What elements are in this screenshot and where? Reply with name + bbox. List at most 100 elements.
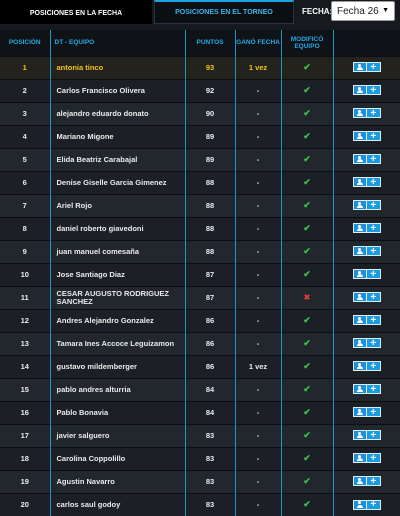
add-team-button[interactable]: + [366,177,381,188]
plus-icon: + [370,337,377,349]
add-team-button[interactable]: + [366,499,381,510]
row-points: 86 [184,331,236,355]
add-team-button[interactable]: + [366,314,381,326]
add-team-button[interactable]: + [366,223,381,234]
add-team-button[interactable]: + [366,384,381,395]
view-team-button[interactable] [352,453,367,464]
add-team-button[interactable]: + [366,292,381,303]
view-team-button[interactable] [352,85,367,96]
row-team-name[interactable]: Elida Beatriz Carabajal [50,147,185,171]
add-team-button[interactable]: + [366,430,381,441]
add-team-button[interactable]: + [366,131,381,142]
row-modified-status: ✔ [281,193,334,217]
view-team-button[interactable] [352,62,367,73]
row-team-name[interactable]: antonia tinco [50,55,185,79]
table-row: 1 antonia tinco 93 1 vez ✔ + [0,55,400,79]
add-team-button[interactable]: + [366,407,381,418]
row-position: 14 [0,354,51,378]
view-team-button[interactable] [352,108,367,119]
row-team-name[interactable]: Andres Alejandro Gonzalez [50,308,185,332]
check-icon: ✔ [303,453,311,463]
tab-posiciones-torneo[interactable]: Posiciones en el torneo [154,0,294,24]
row-team-name[interactable]: juan manuel comesaña [50,239,185,263]
view-team-button[interactable] [352,154,367,165]
row-modified-status: ✔ [281,423,334,447]
row-team-name[interactable]: javier salguero [50,423,185,447]
row-team-name[interactable]: Denise Giselle Garcia Gimenez [50,170,185,194]
fecha-select-value: Fecha 26 [337,5,379,17]
add-team-button[interactable]: + [366,246,381,257]
table-row: 10 Jose Santiago Diaz 87- ✔ + [0,262,400,286]
user-icon [356,86,363,94]
row-points: 83 [184,446,236,470]
row-position: 8 [0,216,51,240]
row-actions: + [333,78,400,102]
view-team-button[interactable] [352,246,367,257]
table-row: 16 Pablo Bonavia 84- ✔ + [0,400,400,424]
tab-posiciones-fecha[interactable]: Posiciones en la fecha [0,0,152,24]
row-position: 16 [0,400,51,424]
row-team-name[interactable]: gustavo mildemberger [50,354,185,378]
row-won-fecha: - [235,101,282,125]
view-team-button[interactable] [352,315,367,326]
table-header-row: Posición DT - Equipo Puntos Ganó fecha M… [0,30,400,56]
add-team-button[interactable]: + [366,62,381,73]
row-team-name[interactable]: Jose Santiago Diaz [50,262,185,286]
row-team-name[interactable]: Mariano Migone [50,124,185,148]
add-team-button[interactable]: + [366,85,381,96]
row-modified-status: ✔ [281,55,334,79]
row-points: 86 [184,308,236,332]
header-puntos: Puntos [184,30,236,56]
view-team-button[interactable] [352,223,367,234]
view-team-button[interactable] [352,499,367,510]
add-team-button[interactable]: + [366,269,381,280]
view-team-button[interactable] [352,269,367,280]
row-team-name[interactable]: Agustin Navarro [50,469,185,493]
view-team-button[interactable] [352,200,367,211]
view-team-button[interactable] [352,430,367,441]
view-team-button[interactable] [352,407,367,418]
row-won-fecha: - [235,216,282,240]
fecha-select[interactable]: Fecha 26 ▼ [331,1,395,21]
check-icon: ✔ [303,499,311,510]
row-position: 2 [0,78,51,102]
row-team-name[interactable]: Pablo Bonavia [50,400,185,424]
user-icon [356,362,363,370]
view-team-button[interactable] [352,292,367,303]
row-won-fecha: - [235,285,282,309]
add-team-button[interactable]: + [366,453,381,464]
view-team-button[interactable] [352,338,367,349]
fecha-label: FECHA: [302,7,333,16]
add-team-button[interactable]: + [366,361,381,372]
add-team-button[interactable]: + [366,337,381,349]
row-won-fecha: - [235,78,282,102]
row-actions: + [333,492,400,516]
row-modified-status: ✔ [281,170,334,194]
check-icon: ✔ [303,361,311,371]
plus-icon: + [370,314,377,326]
add-team-button[interactable]: + [366,154,381,165]
view-team-button[interactable] [352,361,367,372]
plus-icon: + [370,499,377,510]
check-icon: ✔ [303,269,311,279]
row-team-name[interactable]: Ariel Rojo [50,193,185,217]
row-team-name[interactable]: carlos saul godoy [50,492,185,516]
cross-icon: ✖ [303,293,311,302]
row-points: 88 [184,170,236,194]
view-team-button[interactable] [352,131,367,142]
row-team-name[interactable]: daniel roberto giavedoni [50,216,185,240]
view-team-button[interactable] [352,384,367,395]
table-row: 4 Mariano Migone 89- ✔ + [0,124,400,148]
header-modifico-equipo: Modificó equipo [281,30,334,56]
add-team-button[interactable]: + [366,200,381,211]
row-team-name[interactable]: Tamara Ines Accoce Leguizamon [50,331,185,355]
row-team-name[interactable]: alejandro eduardo donato [50,101,185,125]
add-team-button[interactable]: + [366,108,381,119]
row-team-name[interactable]: pablo andres alturria [50,377,185,401]
user-icon [356,270,363,278]
row-modified-status: ✔ [281,331,334,355]
row-team-name[interactable]: CESAR AUGUSTO RODRIGUEZ SANCHEZ [50,285,185,309]
view-team-button[interactable] [352,177,367,188]
row-team-name[interactable]: Carlos Francisco Olivera [50,78,185,102]
row-team-name[interactable]: Carolina Coppolillo [50,446,185,470]
